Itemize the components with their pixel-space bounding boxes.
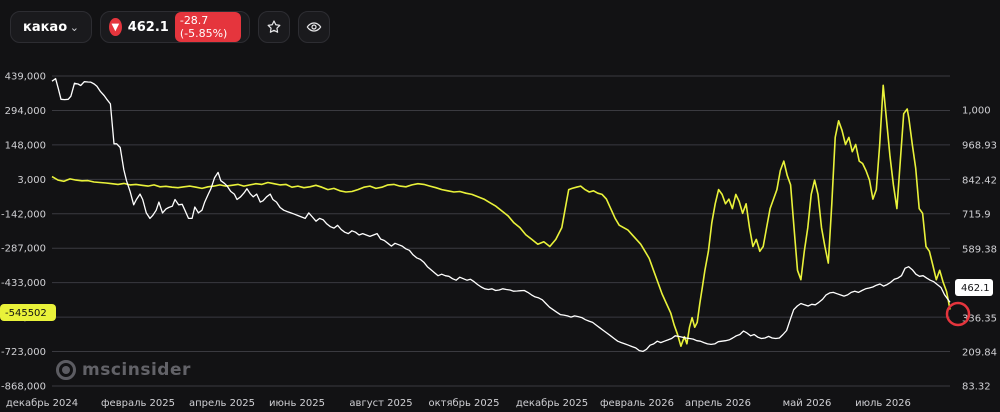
price-series-line: [51, 77, 951, 353]
time-tick-label: октябрь 2025: [428, 398, 499, 409]
time-tick-label: февраль 2025: [101, 398, 175, 409]
right-tick-label: 715.9: [962, 210, 991, 221]
watermark-logo: mscinsider: [56, 360, 191, 380]
left-tick-label: -868,000: [1, 382, 46, 393]
time-tick-label: июнь 2025: [269, 398, 325, 409]
time-tick-label: декабрь 2025: [516, 398, 588, 409]
price-chart: 439,000 294,000 148,000 3,000 -142,000 -287,0…: [0, 72, 997, 409]
right-axis: 1,000968.93842.42715.9589.38336.35209.84…: [962, 106, 997, 393]
left-tick-label: 294,000: [5, 106, 46, 117]
right-tick-label: 83.32: [962, 382, 991, 393]
time-tick-label: апрель 2025: [189, 398, 255, 409]
chart-grid: [52, 75, 950, 387]
right-last-value-tag: 462.1: [955, 279, 993, 296]
time-tick-label: апрель 2026: [685, 398, 751, 409]
time-tick-label: декабрь 2024: [6, 398, 78, 409]
left-tick-label: 439,000: [5, 72, 46, 83]
right-tick-label: 968.93: [962, 141, 997, 152]
right-last-value-label: 462.1: [961, 283, 990, 294]
left-tick-label: -287,000: [1, 244, 46, 255]
left-last-value-tag: -545502: [0, 304, 56, 321]
left-tick-label: -433,000: [1, 278, 46, 289]
left-tick-label: -723,000: [1, 347, 46, 358]
left-last-value-label: -545502: [5, 308, 47, 319]
right-tick-label: 209.84: [962, 348, 997, 359]
time-tick-label: май 2026: [783, 398, 832, 409]
time-tick-label: июль 2026: [855, 398, 911, 409]
time-tick-label: август 2025: [349, 398, 412, 409]
right-tick-label: 842.42: [962, 176, 997, 187]
time-tick-label: февраль 2026: [600, 398, 674, 409]
right-tick-label: 1,000: [962, 106, 991, 117]
left-tick-label: 148,000: [5, 140, 46, 151]
left-tick-label: 3,000: [17, 175, 46, 186]
right-tick-label: 589.38: [962, 245, 997, 256]
time-axis: декабрь 2024 февраль 2025 апрель 2025 июнь …: [6, 398, 911, 409]
brand-logo-icon: [56, 360, 76, 380]
left-axis: 439,000 294,000 148,000 3,000 -142,000 -287,0…: [1, 72, 46, 393]
left-tick-label: -142,000: [1, 209, 46, 220]
watermark-text: mscinsider: [82, 360, 191, 380]
